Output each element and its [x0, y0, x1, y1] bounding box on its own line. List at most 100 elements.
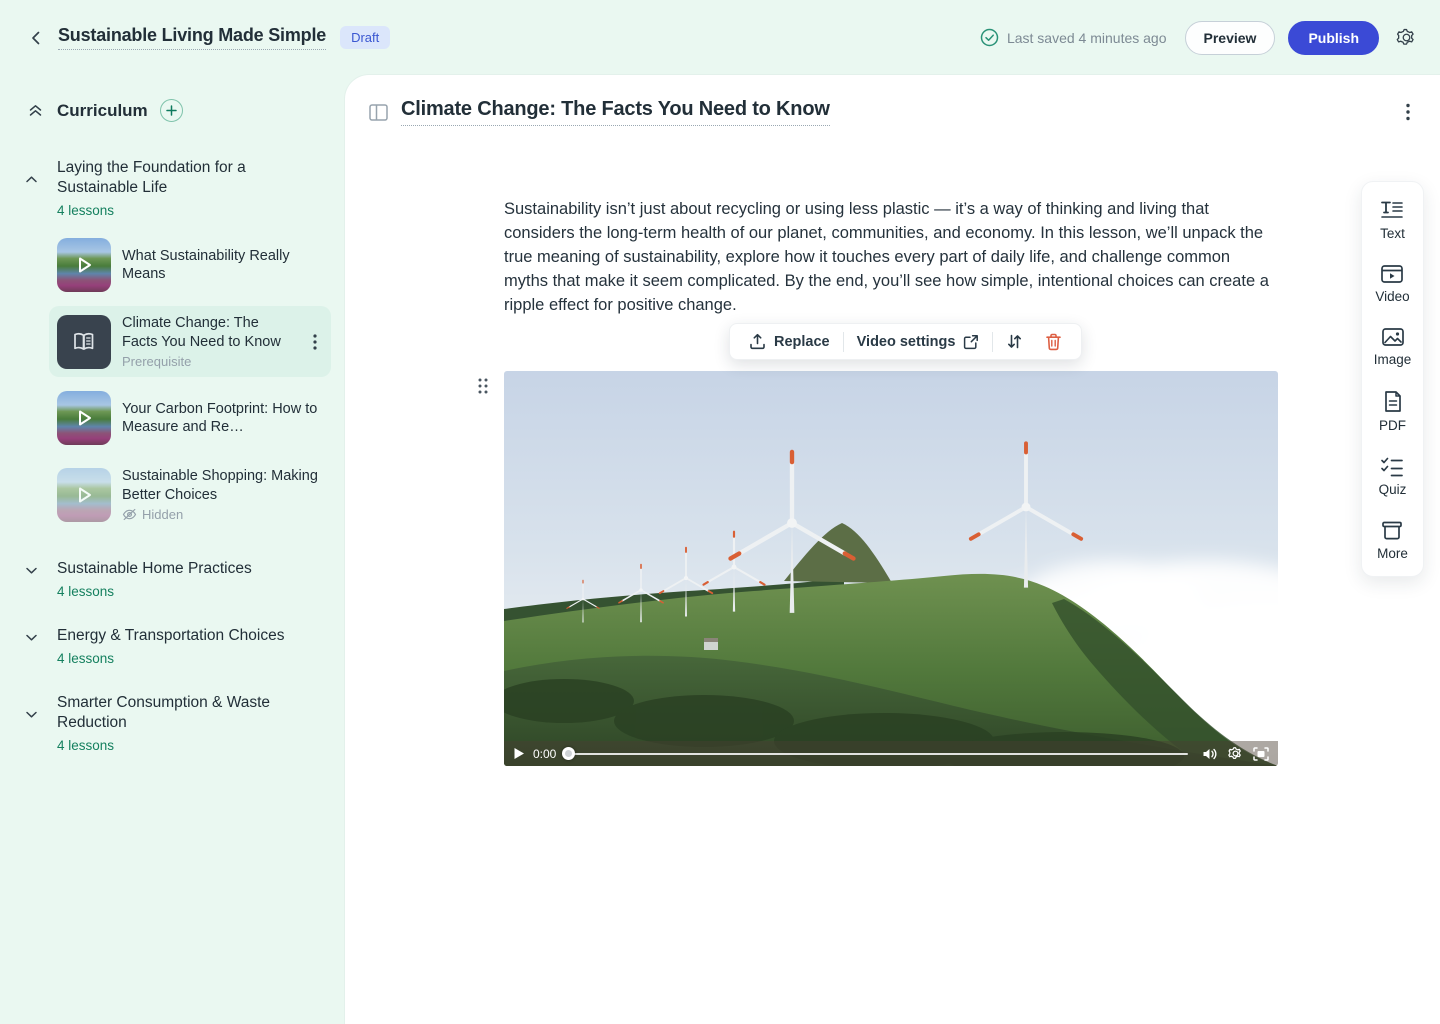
- lesson-title: What Sustainability Really Means: [122, 247, 323, 284]
- player-gear-icon: [1228, 746, 1243, 761]
- video-settings-label: Video settings: [857, 334, 956, 350]
- section-lesson-count: 4 lessons: [57, 203, 331, 218]
- lesson-title: Your Carbon Footprint: How to Measure an…: [122, 400, 323, 437]
- trash-icon: [1045, 333, 1062, 351]
- sort-arrows-icon: [1006, 333, 1023, 350]
- image-icon: [1381, 327, 1405, 347]
- lesson-subtitle: Hidden: [142, 507, 183, 522]
- open-book-icon: [71, 330, 97, 354]
- curriculum-header: Curriculum: [24, 99, 331, 122]
- block-drag-handle[interactable]: [477, 377, 489, 395]
- section-lesson-count: 4 lessons: [57, 584, 331, 599]
- chevron-down-icon: [24, 630, 39, 645]
- block-palette: Text Video Image PDF Quiz: [1361, 181, 1424, 577]
- palette-item-text[interactable]: Text: [1380, 199, 1405, 241]
- lesson-item-climate-change[interactable]: Climate Change: The Facts You Need to Kn…: [49, 306, 331, 377]
- chevron-down-icon: [24, 563, 39, 578]
- curriculum-section: Energy & Transportation Choices 4 lesson…: [24, 626, 331, 666]
- external-link-icon: [963, 334, 979, 350]
- preview-button[interactable]: Preview: [1185, 21, 1276, 55]
- palette-label: PDF: [1379, 418, 1406, 433]
- move-block-button[interactable]: [997, 327, 1032, 356]
- section-header[interactable]: Laying the Foundation for a Sustainable …: [24, 158, 331, 218]
- delete-block-button[interactable]: [1036, 327, 1071, 357]
- player-settings-button[interactable]: [1228, 746, 1243, 761]
- curriculum-title: Curriculum: [57, 101, 148, 121]
- quiz-icon: [1380, 456, 1404, 477]
- video-controls-bar: 0:00: [504, 741, 1278, 766]
- video-icon: [1380, 264, 1404, 284]
- palette-label: Text: [1380, 226, 1405, 241]
- check-circle-icon: [980, 28, 999, 47]
- lesson-title: Climate Change: The Facts You Need to Kn…: [122, 314, 298, 351]
- play-icon: [71, 252, 97, 278]
- curriculum-sidebar: Curriculum Laying the Foundation for a S…: [0, 75, 345, 1024]
- palette-item-more[interactable]: More: [1377, 520, 1408, 561]
- lesson-options-button[interactable]: [309, 330, 321, 354]
- seek-track: [564, 753, 1188, 755]
- video-thumbnail-hidden: [57, 468, 111, 522]
- chevron-up-icon: [24, 172, 39, 187]
- play-button[interactable]: [513, 747, 525, 760]
- current-time: 0:00: [533, 747, 556, 761]
- lesson-list: What Sustainability Really Means Climate…: [49, 230, 331, 530]
- palette-item-quiz[interactable]: Quiz: [1379, 456, 1407, 497]
- section-header[interactable]: Sustainable Home Practices 4 lessons: [24, 559, 331, 599]
- section-title: Laying the Foundation for a Sustainable …: [57, 158, 331, 198]
- play-icon: [71, 482, 97, 508]
- section-lesson-count: 4 lessons: [57, 651, 331, 666]
- lesson-item-sustainable-shopping[interactable]: Sustainable Shopping: Making Better Choi…: [49, 459, 331, 530]
- reading-lesson-tile: [57, 315, 111, 369]
- upload-icon: [749, 333, 766, 350]
- seek-handle[interactable]: [562, 747, 575, 760]
- section-header[interactable]: Energy & Transportation Choices 4 lesson…: [24, 626, 331, 666]
- section-header[interactable]: Smarter Consumption & Waste Reduction 4 …: [24, 693, 331, 753]
- plus-icon: [166, 105, 177, 116]
- top-header: Sustainable Living Made Simple Draft Las…: [0, 0, 1440, 75]
- palette-item-pdf[interactable]: PDF: [1379, 390, 1406, 433]
- video-settings-button[interactable]: Video settings: [848, 328, 989, 356]
- toolbar-divider: [843, 332, 844, 352]
- curriculum-section: Smarter Consumption & Waste Reduction 4 …: [24, 693, 331, 753]
- lesson-editor-panel: Climate Change: The Facts You Need to Kn…: [345, 75, 1440, 1024]
- add-section-button[interactable]: [160, 99, 183, 122]
- play-icon: [71, 405, 97, 431]
- lesson-page-options-button[interactable]: [1400, 99, 1416, 125]
- collapse-all-button[interactable]: [24, 102, 46, 119]
- lesson-title: Sustainable Shopping: Making Better Choi…: [122, 467, 323, 504]
- publish-button[interactable]: Publish: [1288, 21, 1379, 55]
- settings-button[interactable]: [1395, 26, 1418, 49]
- palette-item-image[interactable]: Image: [1374, 327, 1412, 367]
- replace-video-button[interactable]: Replace: [740, 327, 839, 356]
- palette-label: Image: [1374, 352, 1412, 367]
- drag-dots-icon: [477, 377, 489, 395]
- section-title: Sustainable Home Practices: [57, 559, 331, 579]
- volume-button[interactable]: [1202, 747, 1218, 761]
- lesson-intro-paragraph[interactable]: Sustainability isn’t just about recyclin…: [504, 197, 1278, 317]
- section-title: Energy & Transportation Choices: [57, 626, 331, 646]
- kebab-menu-icon: [1406, 103, 1410, 121]
- toggle-sidebar-button[interactable]: [369, 104, 388, 121]
- seek-bar[interactable]: [564, 741, 1188, 766]
- text-icon: [1380, 199, 1404, 221]
- lesson-page-title[interactable]: Climate Change: The Facts You Need to Kn…: [401, 98, 830, 126]
- double-chevron-up-icon: [27, 102, 44, 119]
- chevron-left-icon: [28, 30, 44, 46]
- curriculum-section: Sustainable Home Practices 4 lessons: [24, 559, 331, 599]
- header-actions: Last saved 4 minutes ago Preview Publish: [980, 21, 1418, 55]
- status-badge: Draft: [340, 26, 390, 49]
- fullscreen-icon: [1253, 747, 1269, 761]
- last-saved-text: Last saved 4 minutes ago: [1007, 30, 1167, 46]
- lesson-item-what-sustainability[interactable]: What Sustainability Really Means: [49, 230, 331, 300]
- save-status: Last saved 4 minutes ago: [980, 28, 1167, 47]
- palette-label: More: [1377, 546, 1408, 561]
- palette-item-video[interactable]: Video: [1375, 264, 1409, 304]
- video-frame-wind-turbines: [504, 371, 1278, 766]
- lesson-item-carbon-footprint[interactable]: Your Carbon Footprint: How to Measure an…: [49, 383, 331, 453]
- video-player[interactable]: 0:00: [504, 371, 1278, 766]
- fullscreen-button[interactable]: [1253, 747, 1269, 761]
- back-button[interactable]: [22, 24, 50, 52]
- video-thumbnail: [57, 238, 111, 292]
- course-title[interactable]: Sustainable Living Made Simple: [58, 25, 326, 50]
- more-icon: [1380, 520, 1404, 541]
